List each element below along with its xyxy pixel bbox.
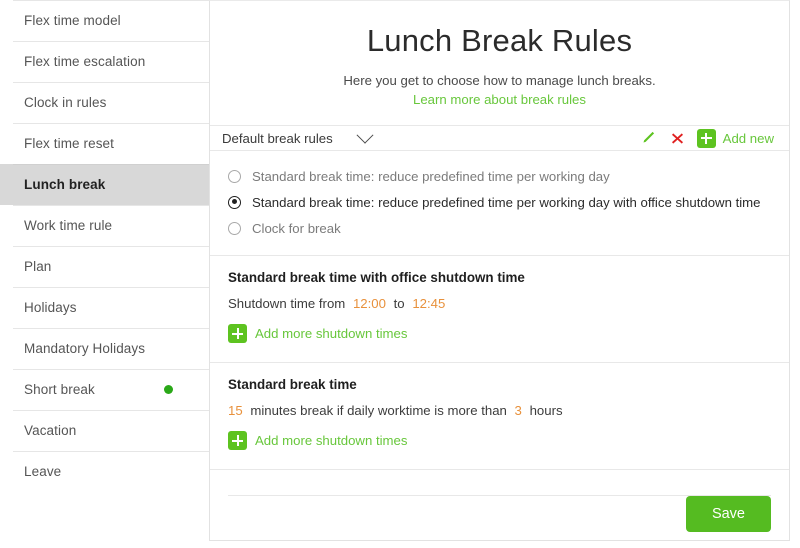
standard-break-line: 15 minutes break if daily worktime is mo… bbox=[228, 403, 771, 419]
sidebar-item-label: Flex time reset bbox=[24, 136, 115, 151]
standard-line-suffix: hours bbox=[529, 403, 563, 418]
shutdown-time-line: Shutdown time from 12:00 to 12:45 bbox=[228, 296, 771, 312]
shutdown-line-middle: to bbox=[393, 296, 405, 311]
learn-more-link[interactable]: Learn more about break rules bbox=[413, 92, 586, 107]
radio-option-standard-break-with-shutdown[interactable]: Standard break time: reduce predefined t… bbox=[228, 189, 771, 215]
chevron-down-icon bbox=[356, 126, 374, 144]
break-mode-radio-group: Standard break time: reduce predefined t… bbox=[210, 151, 789, 256]
sidebar-item-label: Flex time model bbox=[24, 13, 121, 28]
radio-option-label: Clock for break bbox=[252, 220, 341, 236]
standard-section-title: Standard break time bbox=[228, 377, 357, 392]
sidebar-item-leave[interactable]: Leave bbox=[0, 451, 209, 492]
add-more-shutdown-times-button[interactable]: Add more shutdown times bbox=[228, 324, 407, 343]
panel-footer: Save bbox=[210, 470, 789, 540]
sidebar-item-holidays[interactable]: Holidays bbox=[0, 287, 209, 328]
sidebar-item-label: Short break bbox=[24, 382, 95, 397]
radio-option-label: Standard break time: reduce predefined t… bbox=[252, 194, 761, 210]
sidebar-item-label: Leave bbox=[24, 464, 62, 479]
sidebar-item-label: Plan bbox=[24, 259, 52, 274]
sidebar-item-flex-time-reset[interactable]: Flex time reset bbox=[0, 123, 209, 164]
sidebar-item-clock-in-rules[interactable]: Clock in rules bbox=[0, 82, 209, 123]
sidebar-item-flex-time-escalation[interactable]: Flex time escalation bbox=[0, 41, 209, 82]
sidebar-item-plan[interactable]: Plan bbox=[0, 246, 209, 287]
sidebar-item-label: Mandatory Holidays bbox=[24, 341, 146, 356]
shutdown-line-prefix: Shutdown time from bbox=[228, 296, 346, 311]
page-subtitle: Here you get to choose how to manage lun… bbox=[343, 73, 656, 88]
radio-circle-icon bbox=[228, 221, 241, 235]
break-minutes-value[interactable]: 15 bbox=[228, 403, 243, 418]
plus-icon bbox=[228, 324, 247, 343]
break-rules-dropdown[interactable]: Default break rules bbox=[222, 126, 374, 146]
sidebar-item-label: Flex time escalation bbox=[24, 54, 146, 69]
sidebar-item-flex-time-model[interactable]: Flex time model bbox=[0, 0, 209, 41]
shutdown-time-section: Standard break time with office shutdown… bbox=[210, 256, 789, 363]
add-more-shutdown-times-label: Add more shutdown times bbox=[255, 433, 408, 448]
page-title: Lunch Break Rules bbox=[366, 23, 633, 58]
plus-icon bbox=[228, 431, 247, 450]
radio-circle-icon bbox=[228, 169, 241, 183]
standard-break-time-section: Standard break time 15 minutes break if … bbox=[210, 363, 789, 470]
plus-icon[interactable] bbox=[696, 128, 716, 148]
save-button[interactable]: Save bbox=[685, 496, 771, 532]
shutdown-from-value[interactable]: 12:00 bbox=[353, 296, 386, 311]
shutdown-to-value[interactable]: 12:45 bbox=[412, 296, 445, 311]
rule-selector-row: Default break rules Add new bbox=[210, 126, 789, 151]
sidebar-item-lunch-break[interactable]: Lunch break bbox=[0, 164, 209, 205]
status-dot-icon bbox=[164, 385, 173, 394]
radio-option-standard-break-time[interactable]: Standard break time: reduce predefined t… bbox=[228, 163, 771, 189]
sidebar-item-short-break[interactable]: Short break bbox=[0, 369, 209, 410]
panel-header: Lunch Break Rules Here you get to choose… bbox=[210, 1, 789, 126]
close-x-icon[interactable] bbox=[670, 130, 686, 146]
radio-circle-selected-icon bbox=[228, 195, 241, 209]
sidebar-item-label: Clock in rules bbox=[24, 95, 107, 110]
add-more-shutdown-times-label: Add more shutdown times bbox=[255, 326, 408, 341]
worktime-hours-value[interactable]: 3 bbox=[515, 403, 522, 418]
pencil-icon[interactable] bbox=[640, 130, 656, 146]
add-more-shutdown-times-button-2[interactable]: Add more shutdown times bbox=[228, 431, 407, 450]
sidebar-item-work-time-rule[interactable]: Work time rule bbox=[0, 205, 209, 246]
sidebar-item-label: Lunch break bbox=[24, 177, 106, 192]
shutdown-section-title: Standard break time with office shutdown… bbox=[228, 270, 525, 285]
sidebar-item-vacation[interactable]: Vacation bbox=[0, 410, 209, 451]
sidebar-item-label: Holidays bbox=[24, 300, 77, 315]
sidebar-item-label: Work time rule bbox=[24, 218, 113, 233]
standard-line-middle: minutes break if daily worktime is more … bbox=[250, 403, 507, 418]
app-root: Flex time model Flex time escalation Clo… bbox=[0, 0, 800, 548]
lunch-break-panel: Lunch Break Rules Here you get to choose… bbox=[209, 0, 790, 541]
footer-actions: Save bbox=[228, 496, 771, 540]
radio-option-label: Standard break time: reduce predefined t… bbox=[252, 168, 610, 184]
add-new-button[interactable]: Add new bbox=[723, 131, 774, 146]
sidebar-item-label: Vacation bbox=[24, 423, 77, 438]
radio-option-clock-for-break[interactable]: Clock for break bbox=[228, 215, 771, 241]
settings-sidebar: Flex time model Flex time escalation Clo… bbox=[0, 0, 209, 548]
sidebar-item-mandatory-holidays[interactable]: Mandatory Holidays bbox=[0, 328, 209, 369]
break-rules-dropdown-value: Default break rules bbox=[222, 130, 333, 146]
